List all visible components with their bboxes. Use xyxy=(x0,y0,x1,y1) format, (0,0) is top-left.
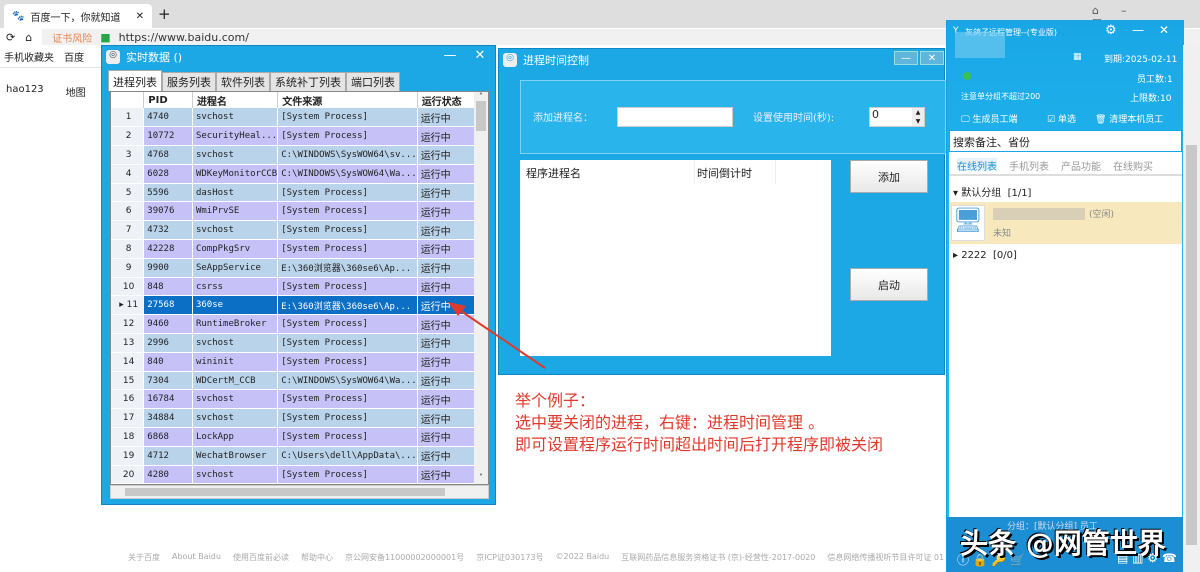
group-default[interactable]: ▾ 默认分组 [1/1] xyxy=(953,184,1031,199)
employee-count: 员工数:1 xyxy=(1137,75,1173,85)
calendar-icon: ▦ xyxy=(1073,52,1082,62)
device-status: (空闲) xyxy=(1089,210,1115,220)
device-item[interactable]: 🖥 (空闲) 未知 xyxy=(949,202,1182,244)
close-icon[interactable]: ✕ xyxy=(1159,23,1169,37)
employee-list: 在线列表 手机列表 产品功能 在线购买 ▾ 默认分组 [1/1] 🖥 (空闲) … xyxy=(949,152,1182,517)
gear-icon[interactable]: ⚙ xyxy=(1105,23,1117,38)
group-2222[interactable]: ▸ 2222 [0/0] xyxy=(953,250,1017,261)
action-label: 生成员工端 xyxy=(972,115,1018,125)
group-count: [0/0] xyxy=(993,250,1017,261)
group-count: [1/1] xyxy=(1007,188,1032,199)
group-name: 2222 xyxy=(961,250,987,261)
generate-client-button[interactable]: 🖵 生成员工端 xyxy=(961,112,1018,125)
tab-product-features[interactable]: 产品功能 xyxy=(1061,158,1101,173)
group-notice: 注意单分组不超过200 xyxy=(961,92,1041,101)
device-location: 未知 xyxy=(993,229,1012,239)
search-input[interactable]: 搜索备注、省份 xyxy=(949,130,1182,152)
remote-manager-panel: Y 灰鸽子远程管理--(专业版) ⚙ — ✕ ▦ 到期:2025-02-11 员… xyxy=(946,20,1184,572)
single-select-button[interactable]: ☑ 单选 xyxy=(1047,112,1076,125)
online-status-icon xyxy=(963,72,971,80)
blurred-username xyxy=(955,32,1005,58)
watermark: 头条 @网管世界 xyxy=(960,527,1166,560)
tab-online-list[interactable]: 在线列表 xyxy=(957,158,997,173)
tab-mobile-list[interactable]: 手机列表 xyxy=(1009,158,1049,173)
clear-employees-button[interactable]: 🗑 清理本机员工 xyxy=(1095,112,1163,125)
annotation-line: 选中要关闭的进程，右键：进程时间管理 。 xyxy=(515,413,825,432)
limit-count: 上限数:10 xyxy=(1130,94,1172,104)
blurred-device-name xyxy=(993,208,1085,220)
tab-online-purchase[interactable]: 在线购买 xyxy=(1113,158,1153,173)
computer-icon: 🖥 xyxy=(951,205,985,241)
action-label: 单选 xyxy=(1057,115,1076,125)
annotation-line: 举个例子： xyxy=(515,391,596,410)
action-label: 清理本机员工 xyxy=(1109,115,1164,125)
expiry-date: 到期:2025-02-11 xyxy=(1104,55,1178,65)
group-name: 默认分组 xyxy=(961,188,1002,199)
minimize-icon[interactable]: — xyxy=(1132,23,1144,37)
annotation-line: 即可设置程序运行时间超出时间后打开程序即被关闭 xyxy=(515,435,884,454)
page-scrollbar[interactable] xyxy=(1183,45,1200,572)
annotation-text: 举个例子： 选中要关闭的进程，右键：进程时间管理 。 即可设置程序运行时间超出时… xyxy=(515,390,883,456)
search-placeholder: 搜索备注、省份 xyxy=(953,136,1030,149)
